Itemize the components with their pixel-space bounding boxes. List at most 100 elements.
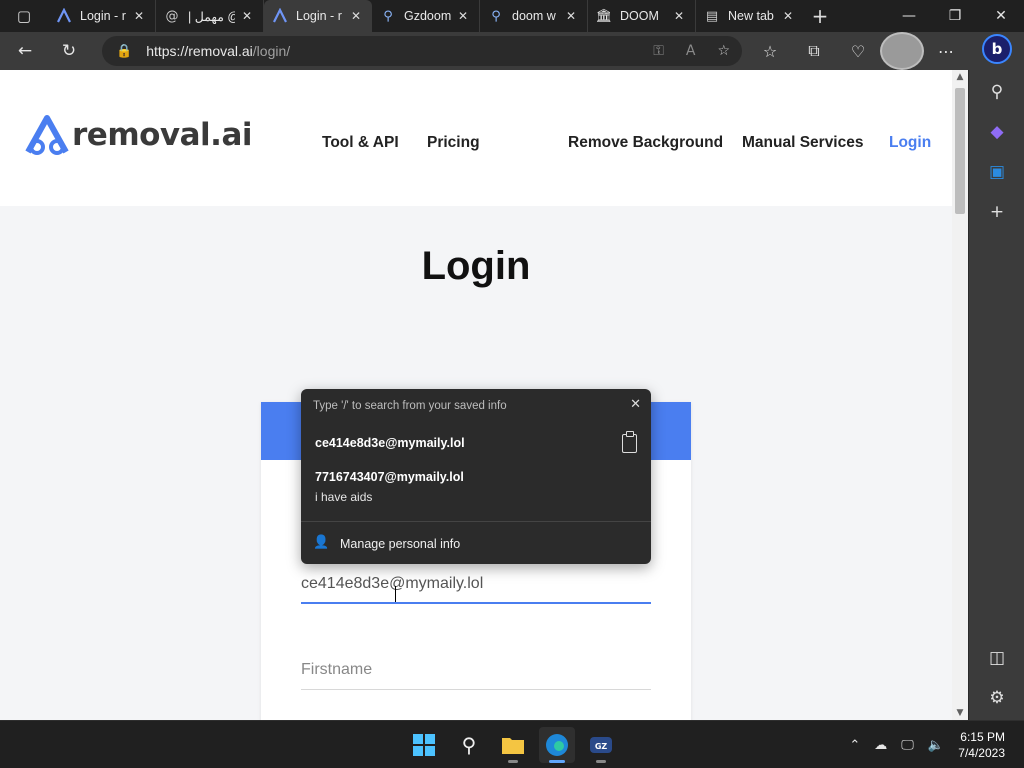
autofill-suggestion-2[interactable]: 7716743407@mymaily.lol	[315, 470, 464, 484]
tab[interactable]: ⚲ Gzdoom ✕	[372, 0, 480, 32]
folder-icon	[502, 738, 524, 754]
close-icon[interactable]: ✕	[780, 9, 796, 23]
edge-sidebar: ⚲ ◆ ▣ + ◫ ⚙	[968, 70, 1024, 720]
tab-actions-icon[interactable]: ▢	[0, 0, 48, 32]
site-logo[interactable]: removal.ai	[24, 114, 253, 156]
tab-title: Login - r	[80, 9, 126, 23]
minimize-icon[interactable]: —	[886, 0, 932, 32]
autofill-popup: Type '/' to search from your saved info …	[301, 389, 651, 564]
restore-icon[interactable]: ❐	[932, 0, 978, 32]
close-icon[interactable]: ✕	[671, 9, 687, 23]
refresh-icon[interactable]: ↻	[50, 35, 88, 67]
page-title: Login	[421, 244, 531, 288]
profile-avatar[interactable]	[880, 32, 924, 70]
tab[interactable]: Login - r ✕	[48, 0, 156, 32]
network-icon[interactable]: 🖵	[901, 738, 914, 753]
system-tray: ⌃ ☁ 🖵 🔈	[849, 721, 944, 768]
tab[interactable]: @ | مهمل @ ✕	[156, 0, 264, 32]
sidebar-copilot-icon[interactable]: ◆	[969, 112, 1024, 152]
volume-icon[interactable]: 🔈	[928, 738, 944, 753]
scroll-down-icon[interactable]: ▼	[952, 706, 968, 720]
firstname-input[interactable]: Firstname	[301, 661, 651, 679]
back-icon[interactable]: ←	[6, 35, 44, 67]
taskbar-search-icon[interactable]: ⚲	[451, 727, 487, 763]
scroll-up-icon[interactable]: ▲	[952, 70, 968, 84]
search-icon: ⚲	[383, 8, 393, 24]
close-icon[interactable]: ✕	[630, 397, 641, 412]
firstname-field[interactable]: Firstname	[301, 661, 651, 690]
favorite-star-icon[interactable]: ☆	[717, 43, 730, 59]
close-icon[interactable]: ✕	[348, 9, 364, 23]
svg-text:GZ: GZ	[595, 742, 608, 751]
autofill-hint: Type '/' to search from your saved info	[313, 400, 507, 412]
close-icon[interactable]: ✕	[239, 9, 255, 23]
read-aloud-icon[interactable]: A	[686, 43, 696, 59]
sidebar-search-icon[interactable]: ⚲	[969, 72, 1024, 112]
favorites-icon[interactable]: ☆	[748, 32, 792, 70]
collections-icon[interactable]: ⧉	[792, 32, 836, 70]
chevron-up-icon[interactable]: ⌃	[849, 738, 860, 753]
new-tab-button[interactable]: +	[804, 0, 836, 32]
sidebar-toggle-icon[interactable]: ◫	[969, 638, 1024, 678]
lock-icon[interactable]: 🔒	[116, 44, 132, 59]
running-indicator	[508, 760, 518, 763]
text-cursor-icon	[395, 586, 401, 602]
sidebar-outlook-icon[interactable]: ▣	[969, 152, 1024, 192]
tab[interactable]: ⚲ doom w ✕	[480, 0, 588, 32]
close-icon[interactable]: ✕	[455, 9, 471, 23]
tab-title: DOOM	[620, 9, 659, 23]
bing-icon[interactable]: b	[982, 34, 1012, 64]
onedrive-icon[interactable]: ☁	[874, 738, 887, 753]
tab-title: New tab	[728, 9, 774, 23]
site-header: removal.ai Tool & API Pricing Remove Bac…	[0, 70, 952, 206]
taskbar: ⚲ GZ ⌃ ☁ 🖵 🔈 6:15 PM 7/4/2023	[0, 720, 1024, 768]
manage-personal-info-link[interactable]: Manage personal info	[340, 537, 460, 551]
nav-manual-services[interactable]: Manual Services	[742, 134, 863, 152]
address-bar[interactable]: 🔒 https://removal.ai/login/ ⚿ A ☆	[102, 36, 742, 66]
removal-logo-icon	[56, 8, 72, 24]
email-input[interactable]: ce414e8d3e@mymaily.lol	[301, 575, 651, 593]
nav-tool-api[interactable]: Tool & API	[322, 134, 399, 152]
scrollbar-thumb[interactable]	[955, 88, 965, 214]
newtab-icon: ▤	[705, 8, 719, 24]
close-icon[interactable]: ✕	[563, 9, 579, 23]
settings-gear-icon[interactable]: ⚙	[969, 678, 1024, 718]
clock-date: 7/4/2023	[958, 746, 1005, 760]
gzdoom-taskbar-icon[interactable]: GZ	[583, 727, 619, 763]
tab-title: | مهمل @	[188, 9, 235, 24]
screen: ▢ Login - r ✕ @ | مهمل @ ✕ Login - r ✕ ⚲…	[0, 0, 1024, 768]
sidebar-add-icon[interactable]: +	[969, 192, 1024, 232]
tab[interactable]: 🏛 DOOM ✕	[588, 0, 696, 32]
at-icon: @	[165, 8, 179, 24]
tab-title: Login - r	[296, 9, 342, 23]
email-field[interactable]: ce414e8d3e@mymaily.lol	[301, 575, 651, 604]
tab-title: Gzdoom	[404, 9, 451, 23]
nav-remove-background[interactable]: Remove Background	[568, 134, 723, 152]
running-indicator	[549, 760, 565, 763]
page-scrollbar[interactable]: ▲ ▼	[952, 70, 968, 720]
gzdoom-logo-icon: GZ	[590, 737, 612, 753]
autofill-suggestion-1[interactable]: ce414e8d3e@mymaily.lol	[315, 436, 465, 450]
file-explorer-icon[interactable]	[495, 727, 531, 763]
system-clock[interactable]: 6:15 PM 7/4/2023	[958, 729, 1005, 761]
logo-text: removal.ai	[72, 117, 253, 153]
nav-login[interactable]: Login	[889, 134, 931, 152]
tab-title: doom w	[512, 9, 556, 23]
close-icon[interactable]: ✕	[131, 9, 147, 23]
windows-logo-icon	[413, 734, 435, 756]
tab-active[interactable]: Login - r ✕	[264, 0, 372, 32]
autofill-divider	[301, 521, 651, 522]
start-button[interactable]	[406, 727, 442, 763]
search-icon: ⚲	[491, 8, 501, 24]
window-controls: — ❐ ✕	[886, 0, 1024, 32]
tab[interactable]: ▤ New tab ✕	[696, 0, 804, 32]
nav-pricing[interactable]: Pricing	[427, 134, 480, 152]
close-window-icon[interactable]: ✕	[978, 0, 1024, 32]
autofill-suggestion-2-detail[interactable]: i have aids	[315, 490, 372, 504]
edge-taskbar-icon[interactable]	[539, 727, 575, 763]
running-indicator	[596, 760, 606, 763]
key-icon[interactable]: ⚿	[653, 43, 664, 59]
more-menu-icon[interactable]: ⋯	[924, 32, 968, 70]
health-icon[interactable]: ♡	[836, 32, 880, 70]
clipboard-icon[interactable]	[622, 431, 637, 453]
